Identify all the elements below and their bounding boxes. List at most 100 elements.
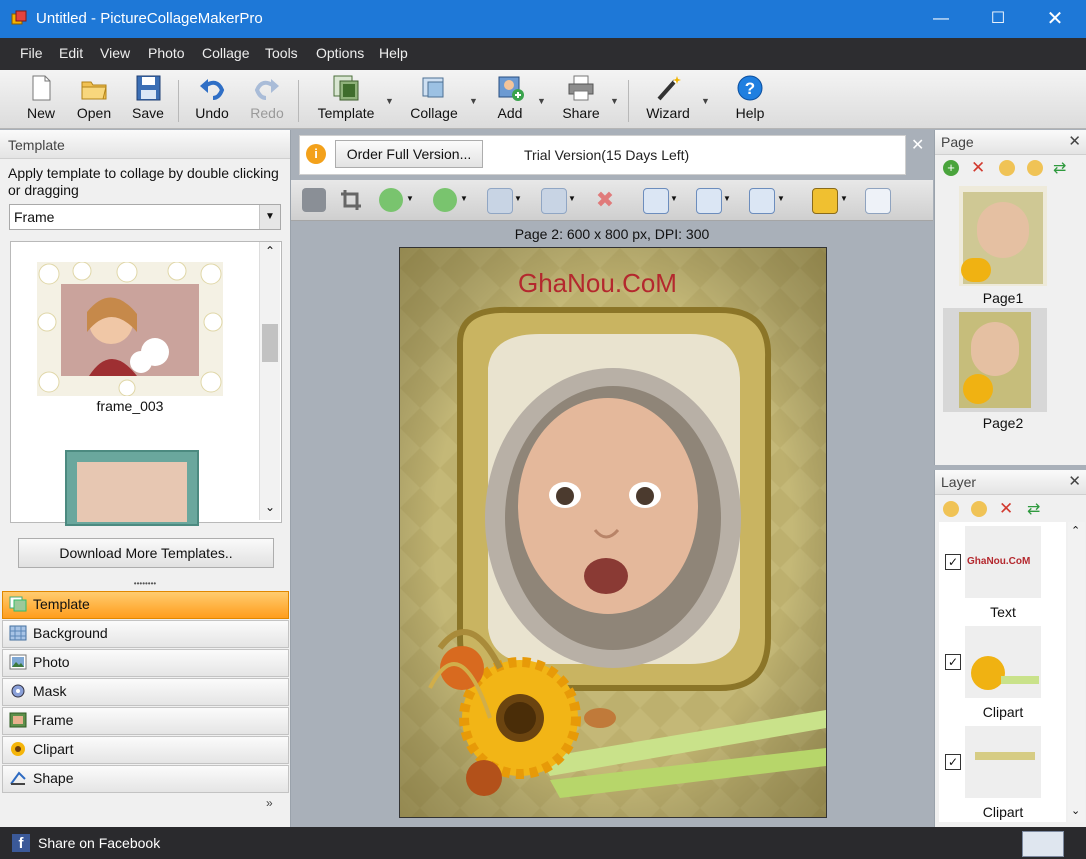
properties-icon[interactable] [865, 188, 891, 214]
chat-icon[interactable] [1022, 831, 1064, 857]
align-center-icon[interactable] [643, 188, 669, 214]
menu-edit[interactable]: Edit [59, 45, 83, 61]
open-button[interactable]: Open [74, 74, 114, 126]
share-on-facebook-link[interactable]: Share on Facebook [38, 835, 160, 851]
swap-layer-icon[interactable]: ⇄ [1027, 499, 1040, 519]
chevron-down-icon[interactable]: ▼ [259, 205, 280, 229]
layer-thumbnail-clipart[interactable] [965, 726, 1041, 798]
close-layer-panel-icon[interactable]: ✕ [1068, 472, 1081, 490]
template-instruction: Apply template to collage by double clic… [8, 165, 279, 198]
menu-photo[interactable]: Photo [148, 45, 185, 61]
nav-shape[interactable]: Shape [2, 765, 289, 793]
crop-icon[interactable] [339, 188, 363, 212]
download-templates-button[interactable]: Download More Templates.. [18, 538, 274, 568]
share-button[interactable]: Share [561, 74, 601, 126]
scroll-up-icon[interactable]: ⌃ [1071, 524, 1080, 537]
printer-icon [568, 75, 594, 101]
save-button[interactable]: Save [129, 74, 167, 126]
send-backward-icon[interactable] [433, 188, 457, 212]
wizard-dropdown-arrow[interactable]: ▼ [701, 96, 710, 106]
menu-view[interactable]: View [100, 45, 130, 61]
template-dropdown-arrow[interactable]: ▼ [385, 96, 394, 106]
rotate-left-icon[interactable] [541, 188, 567, 214]
page-panel-toolbar: + ✕ ⇄ [943, 158, 1083, 180]
nav-photo[interactable]: Photo [2, 649, 289, 677]
order-full-version-button[interactable]: Order Full Version... [335, 140, 483, 168]
layer-checkbox[interactable]: ✓ [945, 554, 961, 570]
dropdown-arrow[interactable]: ▼ [670, 194, 678, 203]
add-button[interactable]: Add [492, 74, 528, 126]
rotate-right-icon[interactable] [487, 188, 513, 214]
move-layer-down-icon[interactable] [971, 501, 987, 517]
effects-icon[interactable] [812, 188, 838, 214]
layer-thumbnail-clipart[interactable] [965, 626, 1041, 698]
maximize-button[interactable]: ☐ [975, 0, 1021, 38]
list-item[interactable]: frame_003 [35, 262, 225, 422]
delete-layer-icon[interactable]: ✕ [999, 499, 1013, 519]
add-page-icon[interactable]: + [943, 160, 959, 176]
layer-label: Clipart [982, 804, 1024, 820]
collage-dropdown-arrow[interactable]: ▼ [469, 96, 478, 106]
add-dropdown-arrow[interactable]: ▼ [537, 96, 546, 106]
nav-background[interactable]: Background [2, 620, 289, 648]
delete-icon[interactable]: ✖ [593, 188, 617, 212]
move-layer-up-icon[interactable] [943, 501, 959, 517]
layer-checkbox[interactable]: ✓ [945, 654, 961, 670]
dropdown-arrow[interactable]: ▼ [460, 194, 468, 203]
template-category-select[interactable]: Frame ▼ [9, 204, 281, 230]
menu-help[interactable]: Help [379, 45, 408, 61]
nav-more-icon[interactable]: » [266, 796, 273, 810]
minimize-button[interactable]: — [918, 0, 964, 38]
scroll-up-icon[interactable]: ⌃ [265, 244, 275, 258]
dropdown-arrow[interactable]: ▼ [406, 194, 414, 203]
wizard-button[interactable]: Wizard [644, 74, 692, 126]
delete-page-icon[interactable]: ✕ [971, 158, 985, 178]
layer-checkbox[interactable]: ✓ [945, 754, 961, 770]
dropdown-arrow[interactable]: ▼ [840, 194, 848, 203]
dropdown-arrow[interactable]: ▼ [568, 194, 576, 203]
menu-collage[interactable]: Collage [202, 45, 249, 61]
template-button[interactable]: Template [316, 74, 376, 126]
dropdown-arrow[interactable]: ▼ [723, 194, 731, 203]
page-thumbnail-1[interactable] [959, 186, 1047, 286]
layer-list-scrollbar[interactable]: ⌃ ⌄ [1068, 522, 1085, 822]
facebook-icon[interactable]: f [12, 834, 30, 852]
layer-thumbnail-text[interactable]: GhaNou.CoM [965, 526, 1041, 598]
list-item[interactable] [65, 450, 199, 526]
person-icon[interactable] [302, 188, 326, 212]
toolbar-separator [298, 80, 299, 122]
size-icon[interactable] [749, 188, 775, 214]
move-page-down-icon[interactable] [1027, 160, 1043, 176]
share-dropdown-arrow[interactable]: ▼ [610, 96, 619, 106]
splitter-handle[interactable]: •••••••• [0, 580, 290, 588]
floppy-disk-icon [136, 75, 161, 101]
close-page-panel-icon[interactable]: ✕ [1068, 132, 1081, 150]
menu-file[interactable]: File [20, 45, 43, 61]
collage-canvas[interactable]: GhaNou.CoM [399, 247, 827, 818]
help-button[interactable]: ? Help [732, 74, 768, 126]
nav-mask[interactable]: Mask [2, 678, 289, 706]
close-button[interactable]: ✕ [1032, 0, 1078, 38]
dropdown-arrow[interactable]: ▼ [777, 194, 785, 203]
scroll-down-icon[interactable]: ⌄ [265, 500, 275, 514]
page-thumbnail-2-selected[interactable] [943, 308, 1047, 412]
move-page-up-icon[interactable] [999, 160, 1015, 176]
bring-forward-icon[interactable] [379, 188, 403, 212]
template-list-scrollbar[interactable]: ⌃ ⌄ [259, 242, 280, 520]
swap-icon[interactable]: ⇄ [1053, 158, 1066, 178]
new-button[interactable]: New [22, 74, 60, 126]
nav-frame[interactable]: Frame [2, 707, 289, 735]
collage-button[interactable]: Collage [408, 74, 460, 126]
undo-button[interactable]: Undo [193, 74, 231, 126]
canvas-text-layer[interactable]: GhaNou.CoM [518, 268, 677, 299]
menu-options[interactable]: Options [316, 45, 364, 61]
scroll-thumb[interactable] [262, 324, 278, 362]
dropdown-arrow[interactable]: ▼ [514, 194, 522, 203]
menu-tools[interactable]: Tools [265, 45, 298, 61]
nav-clipart[interactable]: Clipart [2, 736, 289, 764]
redo-button[interactable]: Redo [248, 74, 286, 126]
scroll-down-icon[interactable]: ⌄ [1071, 804, 1080, 817]
align-left-icon[interactable] [696, 188, 722, 214]
nav-template[interactable]: Template [2, 591, 289, 619]
close-trial-bar-icon[interactable]: ✕ [911, 135, 924, 155]
